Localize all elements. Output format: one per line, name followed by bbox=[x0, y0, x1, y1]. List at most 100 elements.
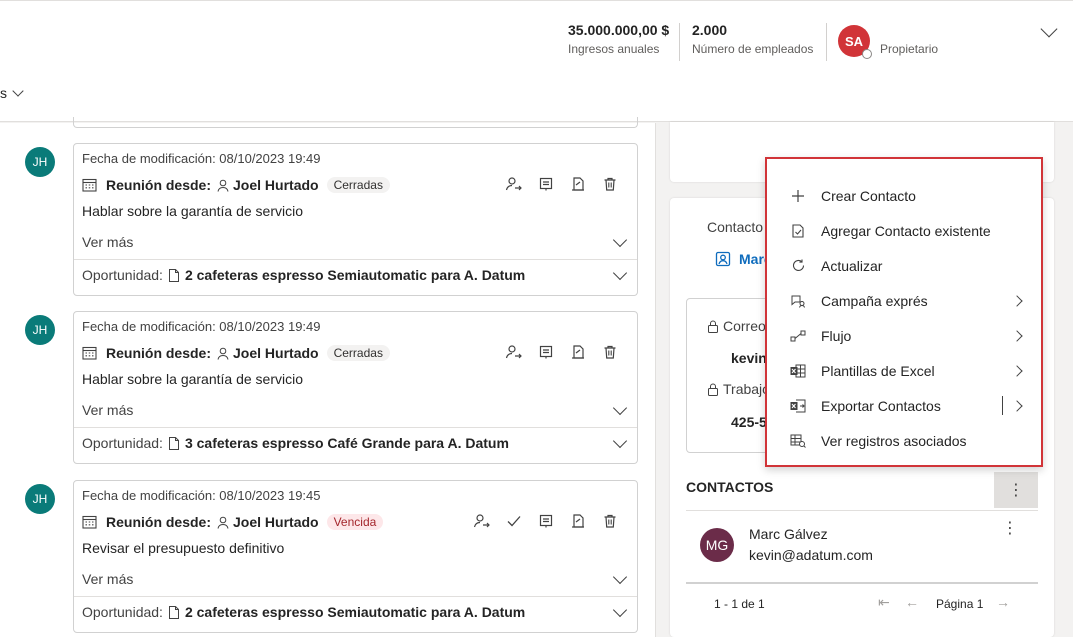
expand-chevron-icon[interactable] bbox=[612, 400, 628, 416]
regarding-opportunity: Oportunidad: 3 cafeteras espresso Café Gr… bbox=[82, 435, 509, 451]
primary-contact-link[interactable]: Marc bbox=[715, 251, 772, 267]
regarding-label: Oportunidad: bbox=[82, 435, 163, 451]
document-icon bbox=[168, 605, 179, 619]
kpi-employees: 2.000 Número de empleados bbox=[692, 22, 813, 56]
status-badge: Vencida bbox=[326, 514, 384, 530]
submenu-chevron-icon[interactable] bbox=[1011, 364, 1023, 377]
activity-actions bbox=[504, 174, 619, 193]
regarding-opportunity: Oportunidad: 2 cafeteras espresso Semiaut… bbox=[82, 604, 525, 620]
work-phone-value: 425-5 bbox=[731, 414, 767, 430]
menu-item[interactable]: Actualizar bbox=[787, 248, 1029, 283]
menu-item[interactable]: Plantillas de Excel bbox=[787, 353, 1029, 388]
add-note-icon[interactable] bbox=[568, 511, 587, 530]
timeline-activity-card[interactable]: Fecha de modificación: 08/10/2023 19:49 R… bbox=[73, 143, 638, 296]
menu-item-label: Exportar Contactos bbox=[821, 397, 941, 414]
kpi-value: 2.000 bbox=[692, 22, 728, 38]
open-record-icon[interactable] bbox=[536, 511, 555, 530]
menu-item-label: Plantillas de Excel bbox=[821, 362, 935, 379]
activity-person[interactable]: Joel Hurtado bbox=[233, 514, 319, 530]
presence-icon bbox=[862, 49, 872, 59]
delete-icon[interactable] bbox=[600, 342, 619, 361]
submenu-chevron-icon[interactable] bbox=[1011, 294, 1023, 307]
expand-chevron-icon[interactable] bbox=[612, 433, 628, 449]
previous-page-icon[interactable]: ← bbox=[905, 594, 919, 610]
email-field-label: Correo bbox=[707, 318, 766, 334]
owner-avatar[interactable]: SA bbox=[838, 25, 872, 59]
add-note-icon[interactable] bbox=[568, 174, 587, 193]
flow-icon bbox=[787, 327, 809, 345]
assign-icon[interactable] bbox=[504, 342, 523, 361]
activity-description: Hablar sobre la garantía de servicio bbox=[82, 203, 304, 219]
delete-icon[interactable] bbox=[600, 511, 619, 530]
menu-item[interactable]: Ver registros asociados bbox=[787, 423, 1029, 458]
see-more-link[interactable]: Ver más bbox=[82, 571, 133, 587]
regarding-label: Oportunidad: bbox=[82, 604, 163, 620]
menu-item[interactable]: Crear Contacto bbox=[787, 178, 1029, 213]
modified-date: Fecha de modificación: 08/10/2023 19:45 bbox=[82, 488, 321, 503]
associated-records-icon bbox=[787, 432, 809, 450]
opportunity-link[interactable]: 3 cafeteras espresso Café Grande para A.… bbox=[185, 435, 509, 451]
open-record-icon[interactable] bbox=[536, 174, 555, 193]
kpi-annual-revenue: 35.000.000,00 $ Ingresos anuales bbox=[568, 22, 669, 56]
divider bbox=[655, 123, 656, 637]
timeline-activity-card[interactable]: Fecha de modificación: 08/10/2023 19:45 R… bbox=[73, 480, 638, 633]
divider bbox=[74, 427, 637, 428]
person-icon bbox=[217, 516, 229, 529]
person-icon bbox=[217, 179, 229, 192]
menu-item[interactable]: Flujo bbox=[787, 318, 1029, 353]
expand-chevron-icon[interactable] bbox=[612, 569, 628, 585]
contact-card-icon bbox=[715, 251, 731, 267]
assign-icon[interactable] bbox=[472, 511, 491, 530]
tab-fragment[interactable]: s bbox=[0, 85, 7, 101]
paging-range: 1 - 1 de 1 bbox=[714, 597, 765, 611]
mark-complete-icon[interactable] bbox=[504, 511, 523, 530]
status-badge: Cerradas bbox=[326, 345, 390, 361]
divider bbox=[686, 510, 1038, 511]
menu-item[interactable]: Exportar Contactos bbox=[787, 388, 1029, 423]
contact-row[interactable]: MG Marc Gálvez kevin@adatum.com ⋮ bbox=[686, 516, 1038, 576]
expand-chevron-icon[interactable] bbox=[612, 602, 628, 618]
submenu-chevron-icon[interactable] bbox=[1011, 399, 1023, 412]
context-menu: Crear Contacto Agregar Contacto existente… bbox=[765, 157, 1043, 467]
timeline-avatar: JH bbox=[25, 147, 55, 177]
kpi-label: Ingresos anuales bbox=[568, 42, 660, 56]
timeline-activity-card[interactable]: Fecha de modificación: 08/10/2023 19:49 R… bbox=[73, 311, 638, 464]
opportunity-link[interactable]: 2 cafeteras espresso Semiautomatic para … bbox=[185, 604, 525, 620]
expand-chevron-icon[interactable] bbox=[612, 232, 628, 248]
add-note-icon[interactable] bbox=[568, 342, 587, 361]
person-icon bbox=[217, 347, 229, 360]
contact-email[interactable]: kevin@adatum.com bbox=[749, 547, 873, 563]
header-expand-chevron-icon[interactable] bbox=[1040, 20, 1058, 38]
open-record-icon[interactable] bbox=[536, 342, 555, 361]
split-divider bbox=[1002, 396, 1003, 415]
calendar-icon bbox=[82, 515, 97, 529]
current-page: Página 1 bbox=[936, 597, 984, 611]
menu-item[interactable]: Campaña exprés bbox=[787, 283, 1029, 318]
assign-icon[interactable] bbox=[504, 174, 523, 193]
tab-fragment-label: s bbox=[0, 85, 7, 101]
menu-item-label: Flujo bbox=[821, 327, 852, 344]
row-more-icon[interactable]: ⋮ bbox=[1002, 518, 1018, 538]
delete-icon[interactable] bbox=[600, 174, 619, 193]
email-label-text: Correo bbox=[723, 318, 766, 334]
submenu-chevron-icon[interactable] bbox=[1011, 329, 1023, 342]
tab-chevron-down-icon[interactable] bbox=[12, 85, 24, 97]
opportunity-link[interactable]: 2 cafeteras espresso Semiautomatic para … bbox=[185, 267, 525, 283]
timeline-avatar: JH bbox=[25, 315, 55, 345]
see-more-link[interactable]: Ver más bbox=[82, 234, 133, 250]
see-more-link[interactable]: Ver más bbox=[82, 402, 133, 418]
kpi-value: 35.000.000,00 $ bbox=[568, 22, 670, 38]
activity-person[interactable]: Joel Hurtado bbox=[233, 177, 319, 193]
expand-chevron-icon[interactable] bbox=[612, 265, 628, 281]
campaign-icon bbox=[787, 292, 809, 310]
more-commands-button[interactable]: ⋮ bbox=[994, 472, 1038, 508]
first-page-icon[interactable]: ⇤ bbox=[878, 594, 890, 611]
menu-item[interactable]: Agregar Contacto existente bbox=[787, 213, 1029, 248]
menu-item-label: Crear Contacto bbox=[821, 187, 916, 204]
next-page-icon[interactable]: → bbox=[996, 594, 1010, 610]
contact-name[interactable]: Marc Gálvez bbox=[749, 526, 828, 542]
refresh-icon bbox=[787, 257, 809, 275]
excel-export-icon bbox=[787, 397, 809, 415]
regarding-opportunity: Oportunidad: 2 cafeteras espresso Semiaut… bbox=[82, 267, 525, 283]
activity-person[interactable]: Joel Hurtado bbox=[233, 345, 319, 361]
